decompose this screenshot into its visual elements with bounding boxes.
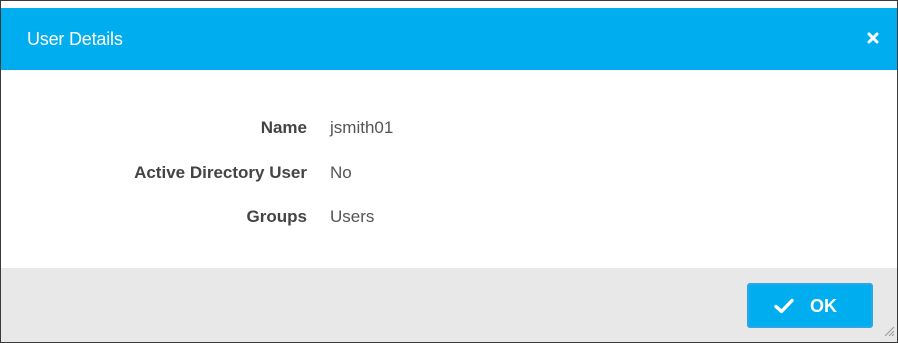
active-directory-value: No [330,163,352,182]
user-details-dialog: User Details Name jsmith01 Active Direct… [0,0,898,343]
detail-row-active-directory: Active Directory User No [1,161,897,185]
name-value: jsmith01 [330,118,394,137]
close-icon [861,26,885,50]
groups-value: Users [330,207,375,226]
detail-row-name: Name jsmith01 [1,116,897,140]
name-label: Name [260,118,307,137]
dialog-footer: OK [1,268,897,342]
dialog-header: User Details [1,8,897,70]
dialog-body: Name jsmith01 Active Directory User No G… [1,70,897,268]
active-directory-label: Active Directory User [134,163,307,182]
ok-label: OK [810,296,837,316]
close-button[interactable] [861,26,885,50]
resize-grip-icon[interactable] [881,323,895,337]
groups-label: Groups [246,207,307,226]
detail-row-groups: Groups Users [1,205,897,229]
ok-button[interactable]: OK [747,283,873,328]
checkmark-icon [774,298,794,314]
dialog-title: User Details [27,29,123,49]
